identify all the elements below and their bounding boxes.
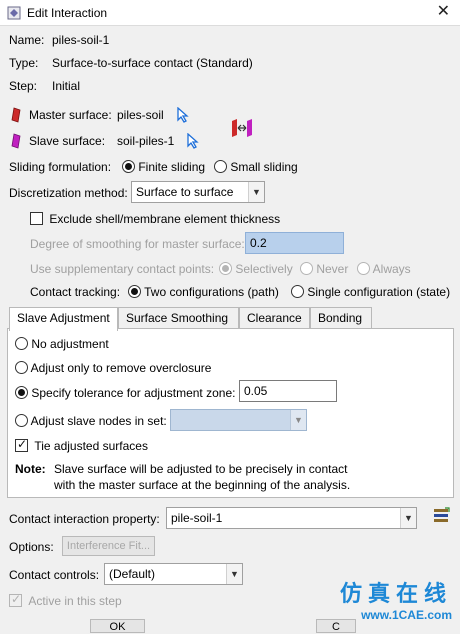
- two-configurations-radio[interactable]: Two configurations (path): [128, 285, 279, 299]
- radio-indicator[interactable]: [128, 285, 141, 298]
- tab-bonding[interactable]: Bonding: [310, 307, 372, 329]
- discretization-select[interactable]: Surface to surface ▼: [131, 181, 265, 203]
- chevron-down-icon: ▼: [290, 410, 306, 430]
- slave-surface-value: soil-piles-1: [117, 134, 175, 148]
- property-select[interactable]: pile-soil-1 ▼: [166, 507, 417, 529]
- two-configurations-label: Two configurations (path): [144, 285, 279, 299]
- controls-value: (Default): [109, 567, 156, 581]
- finite-sliding-radio[interactable]: Finite sliding: [122, 160, 205, 174]
- app-icon: [7, 6, 21, 20]
- slave-surface-swatch-icon: [11, 133, 21, 149]
- exclude-shell-checkbox[interactable]: Exclude shell/membrane element thickness: [30, 212, 280, 226]
- tab-slave-adjustment[interactable]: Slave Adjustment: [9, 307, 118, 331]
- name-label: Name:: [9, 33, 45, 47]
- tolerance-radio[interactable]: Specify tolerance for adjustment zone:: [15, 386, 235, 400]
- create-property-icon[interactable]: [432, 507, 450, 525]
- radio-indicator: [357, 262, 370, 275]
- note-line-1: Slave surface will be adjusted to be pre…: [54, 462, 348, 476]
- no-adjustment-radio[interactable]: No adjustment: [15, 337, 109, 351]
- discretization-value: Surface to surface: [136, 185, 234, 199]
- chevron-down-icon[interactable]: ▼: [226, 564, 242, 584]
- step-label: Step:: [9, 79, 38, 93]
- radio-indicator[interactable]: [214, 160, 227, 173]
- controls-label: Contact controls:: [9, 568, 100, 582]
- note-line-2: with the master surface at the beginning…: [54, 478, 351, 492]
- radio-indicator[interactable]: [15, 386, 28, 399]
- property-value: pile-soil-1: [171, 511, 223, 525]
- always-label: Always: [372, 262, 411, 276]
- name-value: piles-soil-1: [52, 33, 110, 47]
- select-slave-arrow-icon[interactable]: [186, 133, 200, 149]
- small-sliding-radio[interactable]: Small sliding: [214, 160, 298, 174]
- active-in-step-label: Active in this step: [28, 594, 122, 608]
- watermark-cn: 仿真在线: [339, 581, 452, 607]
- note-label: Note:: [15, 462, 46, 476]
- master-surface-value: piles-soil: [117, 108, 164, 122]
- never-radio: Never: [300, 262, 348, 276]
- radio-indicator[interactable]: [291, 285, 304, 298]
- nodes-in-set-radio[interactable]: Adjust slave nodes in set:: [15, 414, 167, 428]
- always-radio: Always: [357, 262, 411, 276]
- radio-indicator[interactable]: [122, 160, 135, 173]
- active-in-step-checkbox: Active in this step: [9, 592, 122, 608]
- nodes-in-set-label: Adjust slave nodes in set:: [30, 414, 167, 428]
- no-adjustment-label: No adjustment: [31, 337, 109, 351]
- discretization-label: Discretization method:: [9, 186, 128, 200]
- property-label: Contact interaction property:: [9, 512, 160, 526]
- slave-adjustment-panel: No adjustment Adjust only to remove over…: [7, 328, 454, 498]
- select-master-arrow-icon[interactable]: [176, 107, 190, 123]
- type-label: Type:: [9, 56, 39, 70]
- smoothing-input[interactable]: 0.2: [245, 232, 344, 254]
- window-title: Edit Interaction: [27, 6, 108, 20]
- exclude-shell-label: Exclude shell/membrane element thickness: [49, 212, 281, 226]
- tolerance-label: Specify tolerance for adjustment zone:: [31, 386, 236, 400]
- ok-button[interactable]: OK: [90, 619, 145, 633]
- node-set-select: ▼: [170, 409, 307, 431]
- close-icon[interactable]: ✕: [437, 3, 450, 21]
- checkbox-indicator[interactable]: [15, 437, 28, 452]
- selectively-radio: Selectively: [219, 262, 293, 276]
- small-sliding-label: Small sliding: [230, 160, 298, 174]
- radio-indicator: [300, 262, 313, 275]
- radio-indicator[interactable]: [15, 337, 28, 350]
- radio-indicator: [219, 262, 232, 275]
- sliding-label: Sliding formulation:: [9, 160, 112, 174]
- tracking-label: Contact tracking:: [30, 285, 121, 299]
- step-value: Initial: [52, 79, 81, 93]
- title-bar: Edit Interaction ✕: [0, 0, 460, 26]
- swap-surfaces-icon[interactable]: [230, 117, 254, 139]
- tie-surfaces-checkbox[interactable]: Tie adjusted surfaces: [15, 437, 148, 453]
- overclosure-label: Adjust only to remove overclosure: [30, 361, 212, 375]
- checkbox-indicator[interactable]: [30, 212, 43, 225]
- master-surface-swatch-icon: [11, 107, 21, 123]
- overclosure-radio[interactable]: Adjust only to remove overclosure: [15, 361, 211, 375]
- radio-indicator[interactable]: [15, 414, 28, 427]
- tab-clearance[interactable]: Clearance: [239, 307, 310, 329]
- watermark-en: www.1CAE.com: [361, 608, 452, 622]
- single-configuration-radio[interactable]: Single configuration (state): [291, 285, 450, 299]
- single-configuration-label: Single configuration (state): [307, 285, 451, 299]
- checkbox-indicator: [9, 592, 22, 607]
- master-surface-label: Master surface:: [29, 108, 112, 122]
- tolerance-input[interactable]: 0.05: [239, 380, 337, 402]
- tab-surface-smoothing[interactable]: Surface Smoothing: [118, 307, 239, 329]
- never-label: Never: [316, 262, 349, 276]
- chevron-down-icon[interactable]: ▼: [400, 508, 416, 528]
- finite-sliding-label: Finite sliding: [138, 160, 206, 174]
- chevron-down-icon[interactable]: ▼: [248, 182, 264, 202]
- tie-surfaces-label: Tie adjusted surfaces: [34, 439, 148, 453]
- supplementary-label: Use supplementary contact points:: [30, 262, 215, 276]
- selectively-label: Selectively: [235, 262, 293, 276]
- tolerance-value: 0.05: [244, 384, 268, 398]
- type-value: Surface-to-surface contact (Standard): [52, 56, 253, 70]
- options-label: Options:: [9, 540, 54, 554]
- slave-surface-label: Slave surface:: [29, 134, 106, 148]
- controls-select[interactable]: (Default) ▼: [104, 563, 243, 585]
- smoothing-label: Degree of smoothing for master surface:: [30, 237, 245, 251]
- radio-indicator[interactable]: [15, 361, 28, 374]
- watermark: 仿真在线 www.1CAE.com: [340, 576, 452, 622]
- interference-fit-button: Interference Fit...: [62, 536, 155, 556]
- smoothing-value: 0.2: [250, 236, 267, 250]
